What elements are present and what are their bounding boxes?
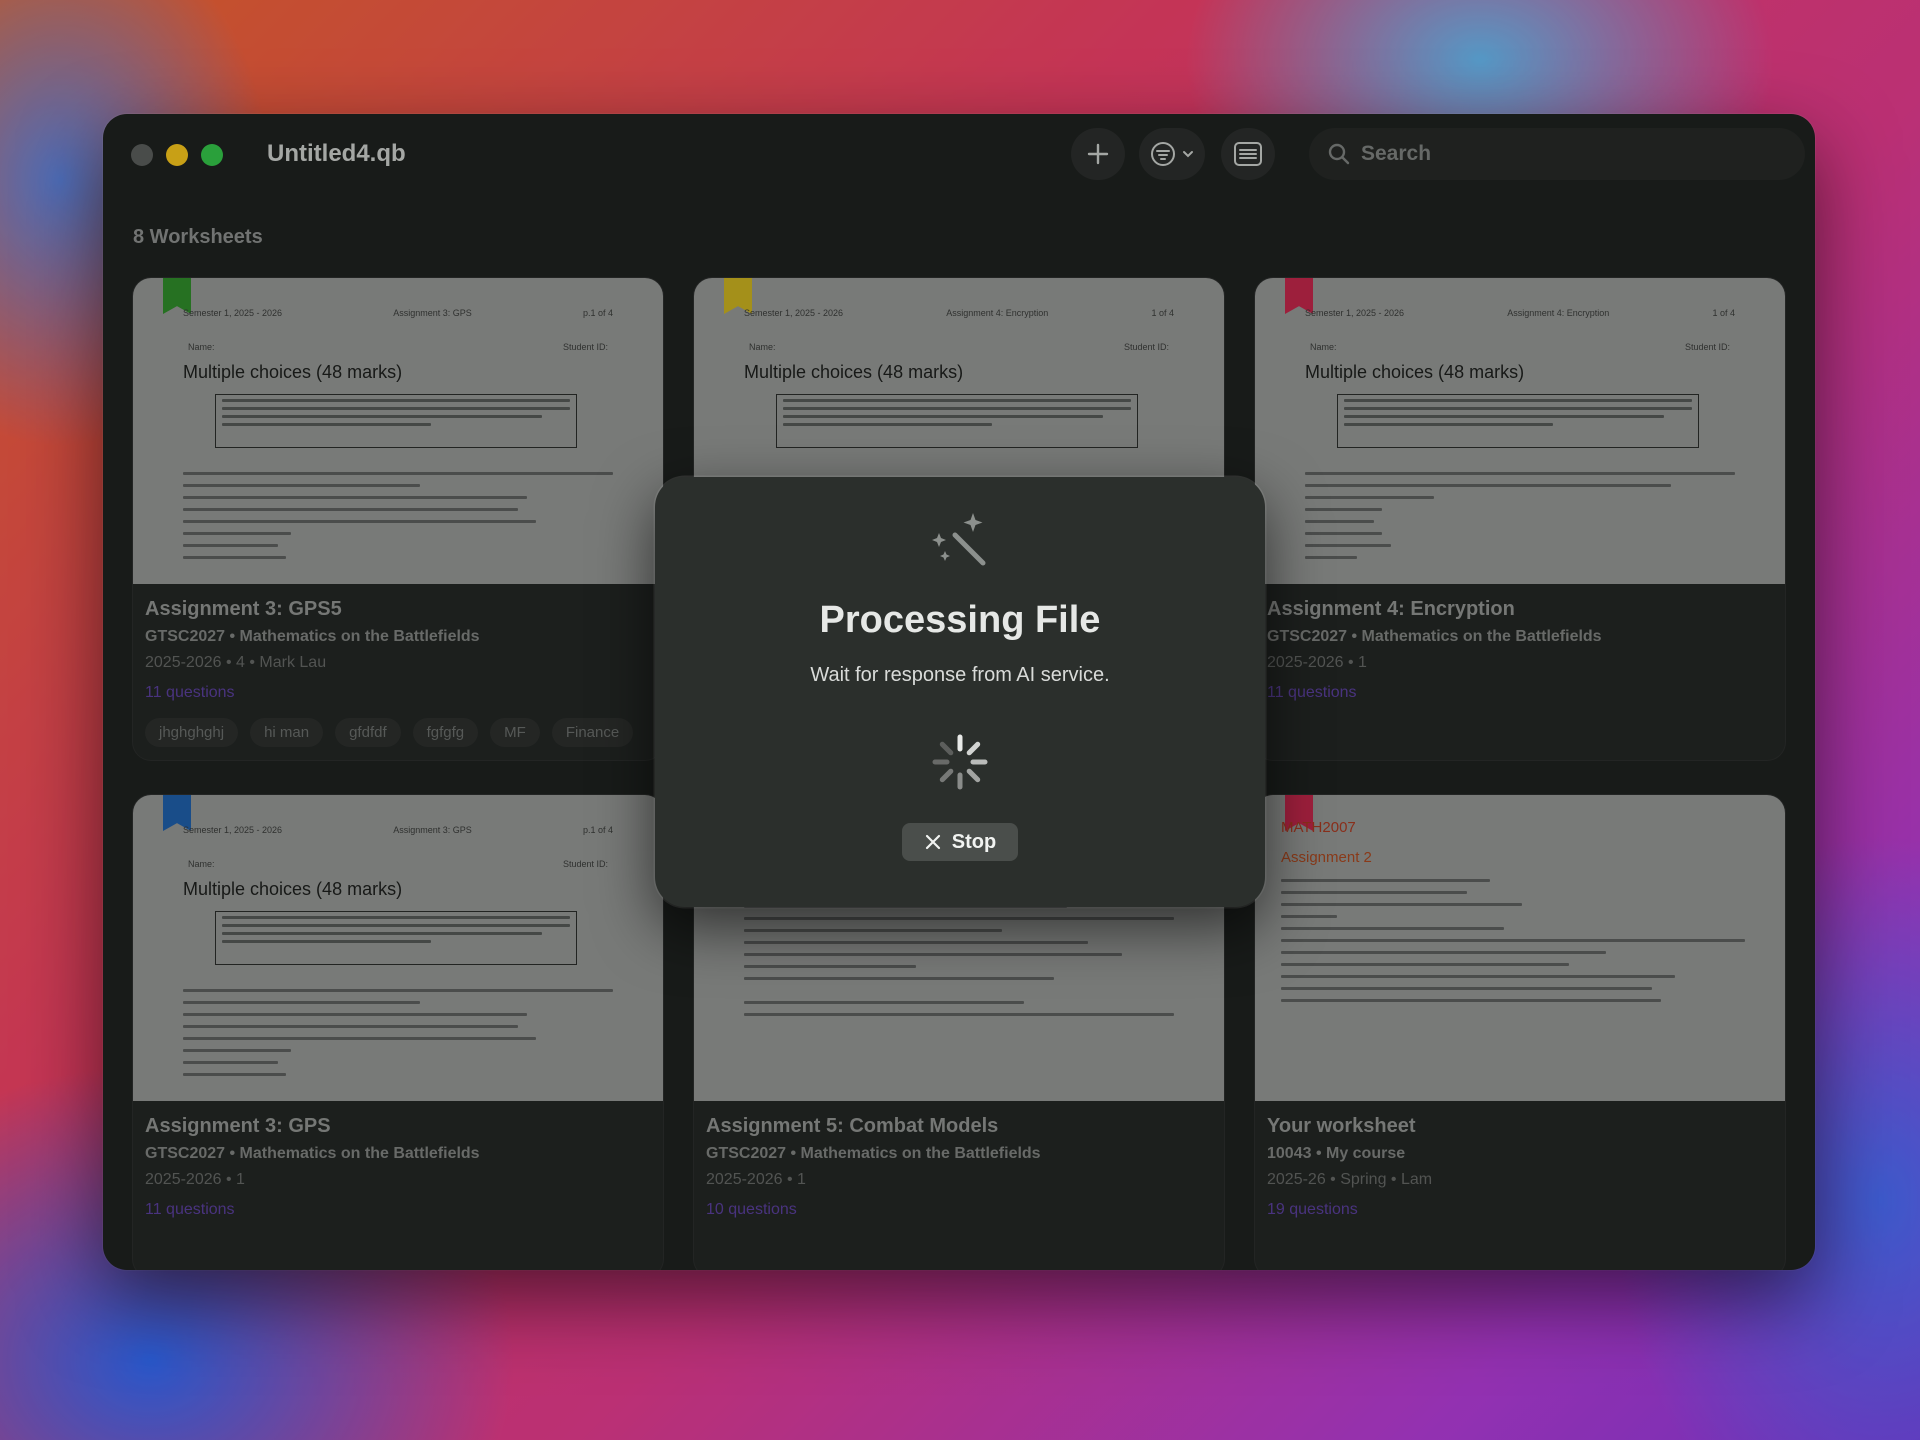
stop-button[interactable]: Stop [902, 823, 1018, 861]
magic-wand-icon [932, 513, 986, 566]
loading-spinner-icon [932, 734, 988, 790]
stop-label: Stop [951, 830, 997, 853]
close-icon [925, 834, 940, 850]
dialog-description: Wait for response from AI service. [810, 664, 1110, 686]
processing-dialog: Processing File Wait for response from A… [655, 477, 1265, 907]
dialog-title: Processing File [819, 599, 1101, 641]
